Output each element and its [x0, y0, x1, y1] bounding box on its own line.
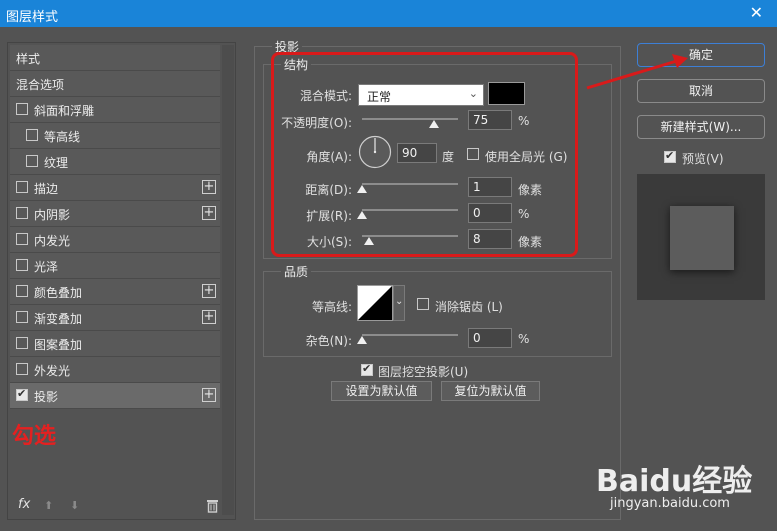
scrollbar[interactable]: [222, 45, 234, 515]
add-effect-icon[interactable]: +: [202, 388, 216, 402]
annotation-label: 勾选: [12, 424, 57, 449]
list-toolbar: fx ⬆ ⬇: [12, 495, 227, 517]
sidebar-item-label: 图案叠加: [34, 338, 83, 352]
sidebar-item-checkbox[interactable]: [16, 207, 28, 219]
sidebar-item[interactable]: 外发光: [10, 357, 220, 383]
sidebar-item[interactable]: 渐变叠加 +: [10, 305, 220, 331]
sidebar-item-checkbox[interactable]: [16, 103, 28, 115]
watermark-brand: Baidu经验: [596, 464, 753, 499]
sidebar-item-checkbox[interactable]: [16, 363, 28, 375]
sidebar-item-label: 纹理: [44, 156, 69, 170]
add-effect-icon[interactable]: +: [202, 284, 216, 298]
add-effect-icon[interactable]: +: [202, 206, 216, 220]
watermark-url: jingyan.baidu.com: [610, 496, 730, 511]
sidebar-item[interactable]: 投影 +: [10, 383, 220, 409]
new-style-button[interactable]: 新建样式(W)...: [637, 115, 765, 139]
window-title: 图层样式: [6, 10, 59, 25]
sidebar-item[interactable]: 混合选项: [10, 71, 220, 97]
sidebar-item[interactable]: 图案叠加: [10, 331, 220, 357]
preview-label: 预览(V): [682, 152, 724, 166]
sidebar-item[interactable]: 光泽: [10, 253, 220, 279]
sidebar-item[interactable]: 内阴影 +: [10, 201, 220, 227]
sidebar-item-checkbox[interactable]: [16, 387, 28, 401]
move-down-icon[interactable]: ⬇: [70, 499, 79, 512]
sidebar-item-checkbox[interactable]: [26, 129, 38, 141]
sidebar-item-checkbox[interactable]: [16, 311, 28, 323]
sidebar-item-checkbox[interactable]: [16, 181, 28, 193]
quality-title: 品质: [281, 263, 312, 280]
title-bar: 图层样式 ✕: [0, 0, 777, 27]
sidebar-item-label: 描边: [34, 182, 59, 196]
set-default-button[interactable]: 设置为默认值: [331, 381, 432, 401]
antialias-label: 消除锯齿 (L): [435, 300, 503, 314]
style-preview: [637, 174, 765, 300]
sidebar-item-label: 混合选项: [16, 78, 65, 92]
sidebar-item[interactable]: 斜面和浮雕: [10, 97, 220, 123]
move-up-icon[interactable]: ⬆: [44, 499, 53, 512]
sidebar-item[interactable]: 样式: [10, 45, 220, 71]
layer-style-dialog: 图层样式 ✕ 样式混合选项斜面和浮雕等高线纹理描边 + 内阴影 + 内发光光泽颜色叠加 +…: [0, 0, 777, 531]
noise-slider[interactable]: [362, 334, 458, 336]
sidebar-item-label: 内阴影: [34, 208, 71, 222]
sidebar-item-checkbox[interactable]: [16, 259, 28, 271]
highlight-box: [271, 52, 578, 257]
close-icon[interactable]: ✕: [750, 3, 763, 22]
fx-icon[interactable]: fx: [18, 497, 30, 512]
sidebar-item-label: 样式: [16, 52, 41, 66]
sidebar-item-checkbox[interactable]: [26, 155, 38, 167]
knockout-label: 图层挖空投影(U): [378, 365, 469, 379]
sidebar-item-label: 颜色叠加: [34, 286, 83, 300]
sidebar-item-label: 外发光: [34, 364, 71, 378]
preview-swatch: [670, 206, 734, 270]
sidebar-item-checkbox[interactable]: [16, 337, 28, 349]
baidu-watermark: Baidu经验 jingyan.baidu.com: [596, 446, 776, 528]
sidebar-item[interactable]: 内发光: [10, 227, 220, 253]
antialias-checkbox[interactable]: [417, 298, 429, 310]
sidebar-item[interactable]: 等高线: [10, 123, 220, 149]
sidebar-item[interactable]: 颜色叠加 +: [10, 279, 220, 305]
sidebar-item-checkbox[interactable]: [16, 285, 28, 297]
noise-unit: %: [518, 332, 530, 346]
reset-default-button[interactable]: 复位为默认值: [441, 381, 540, 401]
contour-label: 等高线:: [311, 300, 352, 314]
sidebar-item-label: 光泽: [34, 260, 59, 274]
noise-input[interactable]: 0: [468, 328, 512, 348]
add-effect-icon[interactable]: +: [202, 180, 216, 194]
trash-icon[interactable]: [206, 498, 219, 513]
sidebar-item-label: 等高线: [44, 130, 81, 144]
chevron-down-icon: ⌄: [395, 296, 404, 307]
knockout-checkbox[interactable]: [361, 362, 373, 376]
preview-checkbox[interactable]: [664, 149, 676, 163]
sidebar-item[interactable]: 纹理: [10, 149, 220, 175]
sidebar-item-label: 斜面和浮雕: [34, 104, 95, 118]
add-effect-icon[interactable]: +: [202, 310, 216, 324]
sidebar-item-label: 渐变叠加: [34, 312, 83, 326]
noise-slider-handle[interactable]: [357, 336, 367, 344]
contour-dropdown[interactable]: ⌄: [393, 285, 405, 321]
annotation-arrow: [586, 54, 688, 90]
sidebar-item[interactable]: 描边 +: [10, 175, 220, 201]
sidebar-item-label: 内发光: [34, 234, 71, 248]
sidebar-item-checkbox[interactable]: [16, 233, 28, 245]
noise-label: 杂色(N):: [305, 334, 352, 348]
contour-preview[interactable]: [357, 285, 393, 321]
sidebar-item-label: 投影: [34, 390, 59, 404]
style-list: 样式混合选项斜面和浮雕等高线纹理描边 + 内阴影 + 内发光光泽颜色叠加 + 渐变叠加 + 图案…: [10, 45, 220, 409]
